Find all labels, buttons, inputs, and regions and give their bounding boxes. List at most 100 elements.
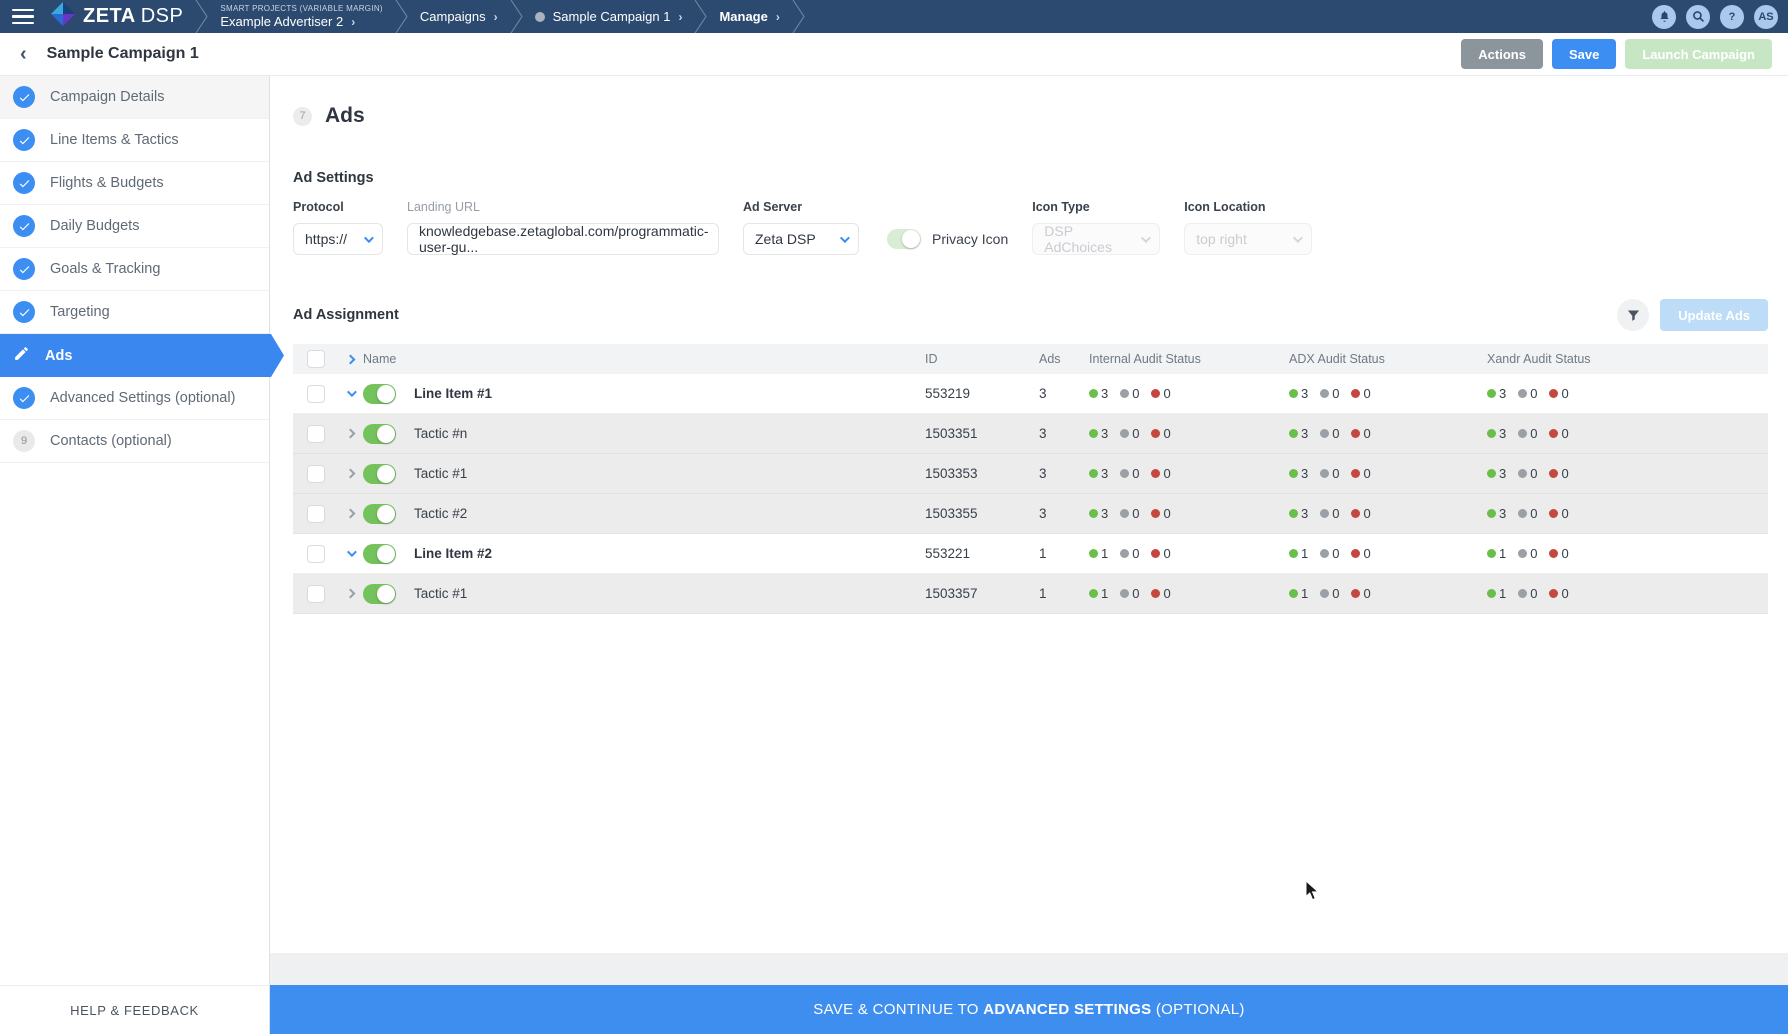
audit-count: 0	[1549, 466, 1569, 481]
col-ads[interactable]: Ads	[1039, 352, 1089, 366]
col-adx-audit[interactable]: ADX Audit Status	[1289, 352, 1487, 366]
sidebar-item-daily-budgets[interactable]: Daily Budgets	[0, 205, 269, 248]
xandr-audit-status: 3 0 0	[1487, 386, 1768, 401]
breadcrumb-divider	[792, 0, 805, 33]
sidebar-step-label: Ads	[45, 347, 73, 364]
row-enabled-toggle[interactable]	[363, 423, 396, 444]
audit-count: 0	[1320, 426, 1339, 441]
col-xandr-audit[interactable]: Xandr Audit Status	[1487, 352, 1768, 366]
approved-dot	[1487, 429, 1496, 438]
sidebar-item-goals-tracking[interactable]: Goals & Tracking	[0, 248, 269, 291]
audit-count: 3	[1487, 386, 1506, 401]
hamburger-menu-icon[interactable]	[12, 8, 34, 25]
row-checkbox[interactable]	[307, 464, 325, 483]
table-row[interactable]: Line Item #1 553219 3 3 0 0 3 0 0 3 0 0	[293, 374, 1768, 414]
expand-chevron-icon[interactable]	[345, 468, 356, 479]
col-internal-audit[interactable]: Internal Audit Status	[1089, 352, 1289, 366]
breadcrumb-item[interactable]: SMART PROJECTS (VARIABLE MARGIN) Example…	[210, 0, 393, 33]
zeta-dsp-logo[interactable]: ZETA DSP	[50, 1, 183, 32]
sidebar-step-label: Goals & Tracking	[50, 261, 161, 277]
row-enabled-toggle[interactable]	[363, 583, 396, 604]
row-enabled-toggle[interactable]	[363, 383, 396, 404]
breadcrumb-item[interactable]: Sample Campaign 1 ›	[525, 0, 693, 33]
breadcrumb-item[interactable]: Manage ›	[709, 0, 789, 33]
audit-count: 0	[1151, 466, 1171, 481]
table-row[interactable]: Line Item #2 553221 1 1 0 0 1 0 0 1 0 0	[293, 534, 1768, 574]
row-checkbox[interactable]	[307, 424, 325, 443]
help-feedback-button[interactable]: HELP & FEEDBACK	[0, 985, 269, 1034]
sidebar-item-campaign-details[interactable]: Campaign Details	[0, 76, 269, 119]
back-chevron-icon[interactable]: ‹	[14, 44, 33, 64]
audit-count-value: 0	[1561, 466, 1569, 481]
protocol-select[interactable]: https://	[293, 223, 383, 255]
sidebar-item-flights-budgets[interactable]: Flights & Budgets	[0, 162, 269, 205]
approved-dot	[1089, 549, 1098, 558]
select-all-checkbox[interactable]	[307, 350, 325, 368]
icon-location-label: Icon Location	[1184, 200, 1266, 214]
sidebar-item-advanced-settings-optional[interactable]: Advanced Settings (optional)	[0, 377, 269, 420]
row-enabled-toggle[interactable]	[363, 543, 396, 564]
save-continue-label: SAVE & CONTINUE TO ADVANCED SETTINGS (OP…	[813, 1001, 1245, 1018]
audit-count-value: 0	[1561, 426, 1569, 441]
avatar[interactable]: AS	[1754, 4, 1778, 29]
sidebar-item-line-items-tactics[interactable]: Line Items & Tactics	[0, 119, 269, 162]
col-name[interactable]: Name	[363, 352, 396, 366]
audit-count: 0	[1151, 426, 1171, 441]
audit-count: 3	[1289, 386, 1308, 401]
table-row[interactable]: Tactic #1 1503353 3 3 0 0 3 0 0 3 0 0	[293, 454, 1768, 494]
row-id: 553221	[925, 546, 971, 561]
expand-chevron-icon[interactable]	[345, 508, 356, 519]
launch-campaign-button[interactable]: Launch Campaign	[1625, 39, 1772, 69]
row-enabled-toggle[interactable]	[363, 463, 396, 484]
ad-settings-heading: Ad Settings	[293, 170, 374, 186]
check-circle-icon	[13, 301, 35, 323]
breadcrumb-label: Sample Campaign 1	[552, 9, 671, 24]
chevron-right-icon: ›	[678, 9, 683, 24]
expand-chevron-icon[interactable]	[346, 547, 357, 558]
audit-count-value: 0	[1332, 386, 1340, 401]
search-icon[interactable]	[1686, 4, 1710, 29]
table-row[interactable]: Tactic #2 1503355 3 3 0 0 3 0 0 3 0 0	[293, 494, 1768, 534]
adx-audit-status: 3 0 0	[1289, 506, 1487, 521]
row-checkbox[interactable]	[307, 584, 325, 603]
row-checkbox[interactable]	[307, 384, 325, 403]
audit-count-value: 0	[1561, 586, 1569, 601]
audit-count-value: 3	[1101, 386, 1109, 401]
audit-count: 0	[1549, 386, 1569, 401]
sidebar-item-ads[interactable]: Ads	[0, 334, 284, 377]
rejected-dot	[1151, 429, 1161, 438]
row-enabled-toggle[interactable]	[363, 503, 396, 524]
audit-count-value: 0	[1163, 466, 1171, 481]
audit-count: 3	[1089, 386, 1108, 401]
save-continue-bar[interactable]: SAVE & CONTINUE TO ADVANCED SETTINGS (OP…	[270, 985, 1788, 1034]
audit-count-value: 0	[1163, 386, 1171, 401]
sidebar-item-contacts-optional[interactable]: 9 Contacts (optional)	[0, 420, 269, 463]
table-row[interactable]: Tactic #1 1503357 1 1 0 0 1 0 0 1 0 0	[293, 574, 1768, 614]
row-checkbox[interactable]	[307, 544, 325, 563]
landing-url-input[interactable]: knowledgebase.zetaglobal.com/programmati…	[407, 223, 719, 255]
breadcrumb-label: Manage	[719, 9, 768, 24]
save-button[interactable]: Save	[1551, 39, 1617, 69]
row-checkbox[interactable]	[307, 504, 325, 523]
sidebar-item-targeting[interactable]: Targeting	[0, 291, 269, 334]
expand-chevron-icon[interactable]	[346, 387, 357, 398]
filter-button[interactable]	[1617, 299, 1650, 331]
pending-dot	[1120, 429, 1130, 438]
breadcrumb-item[interactable]: Campaigns ›	[410, 0, 508, 33]
update-ads-button[interactable]: Update Ads	[1660, 299, 1768, 331]
notifications-bell-icon[interactable]	[1652, 4, 1676, 29]
pending-dot	[1518, 589, 1528, 598]
help-icon[interactable]: ?	[1720, 4, 1744, 29]
table-row[interactable]: Tactic #n 1503351 3 3 0 0 3 0 0 3 0 0	[293, 414, 1768, 454]
approved-dot	[1289, 589, 1298, 598]
ad-server-select[interactable]: Zeta DSP	[743, 223, 859, 255]
actions-button[interactable]: Actions	[1461, 39, 1543, 69]
expand-chevron-icon[interactable]	[345, 428, 356, 439]
collapse-all-chevron-icon[interactable]	[345, 354, 356, 364]
privacy-icon-toggle[interactable]	[887, 229, 921, 249]
steps-list: Campaign Details Line Items & Tactics Fl…	[0, 76, 269, 985]
expand-chevron-icon[interactable]	[345, 588, 356, 599]
col-id[interactable]: ID	[925, 352, 1039, 366]
audit-count: 1	[1487, 546, 1506, 561]
check-circle-icon	[13, 129, 35, 151]
